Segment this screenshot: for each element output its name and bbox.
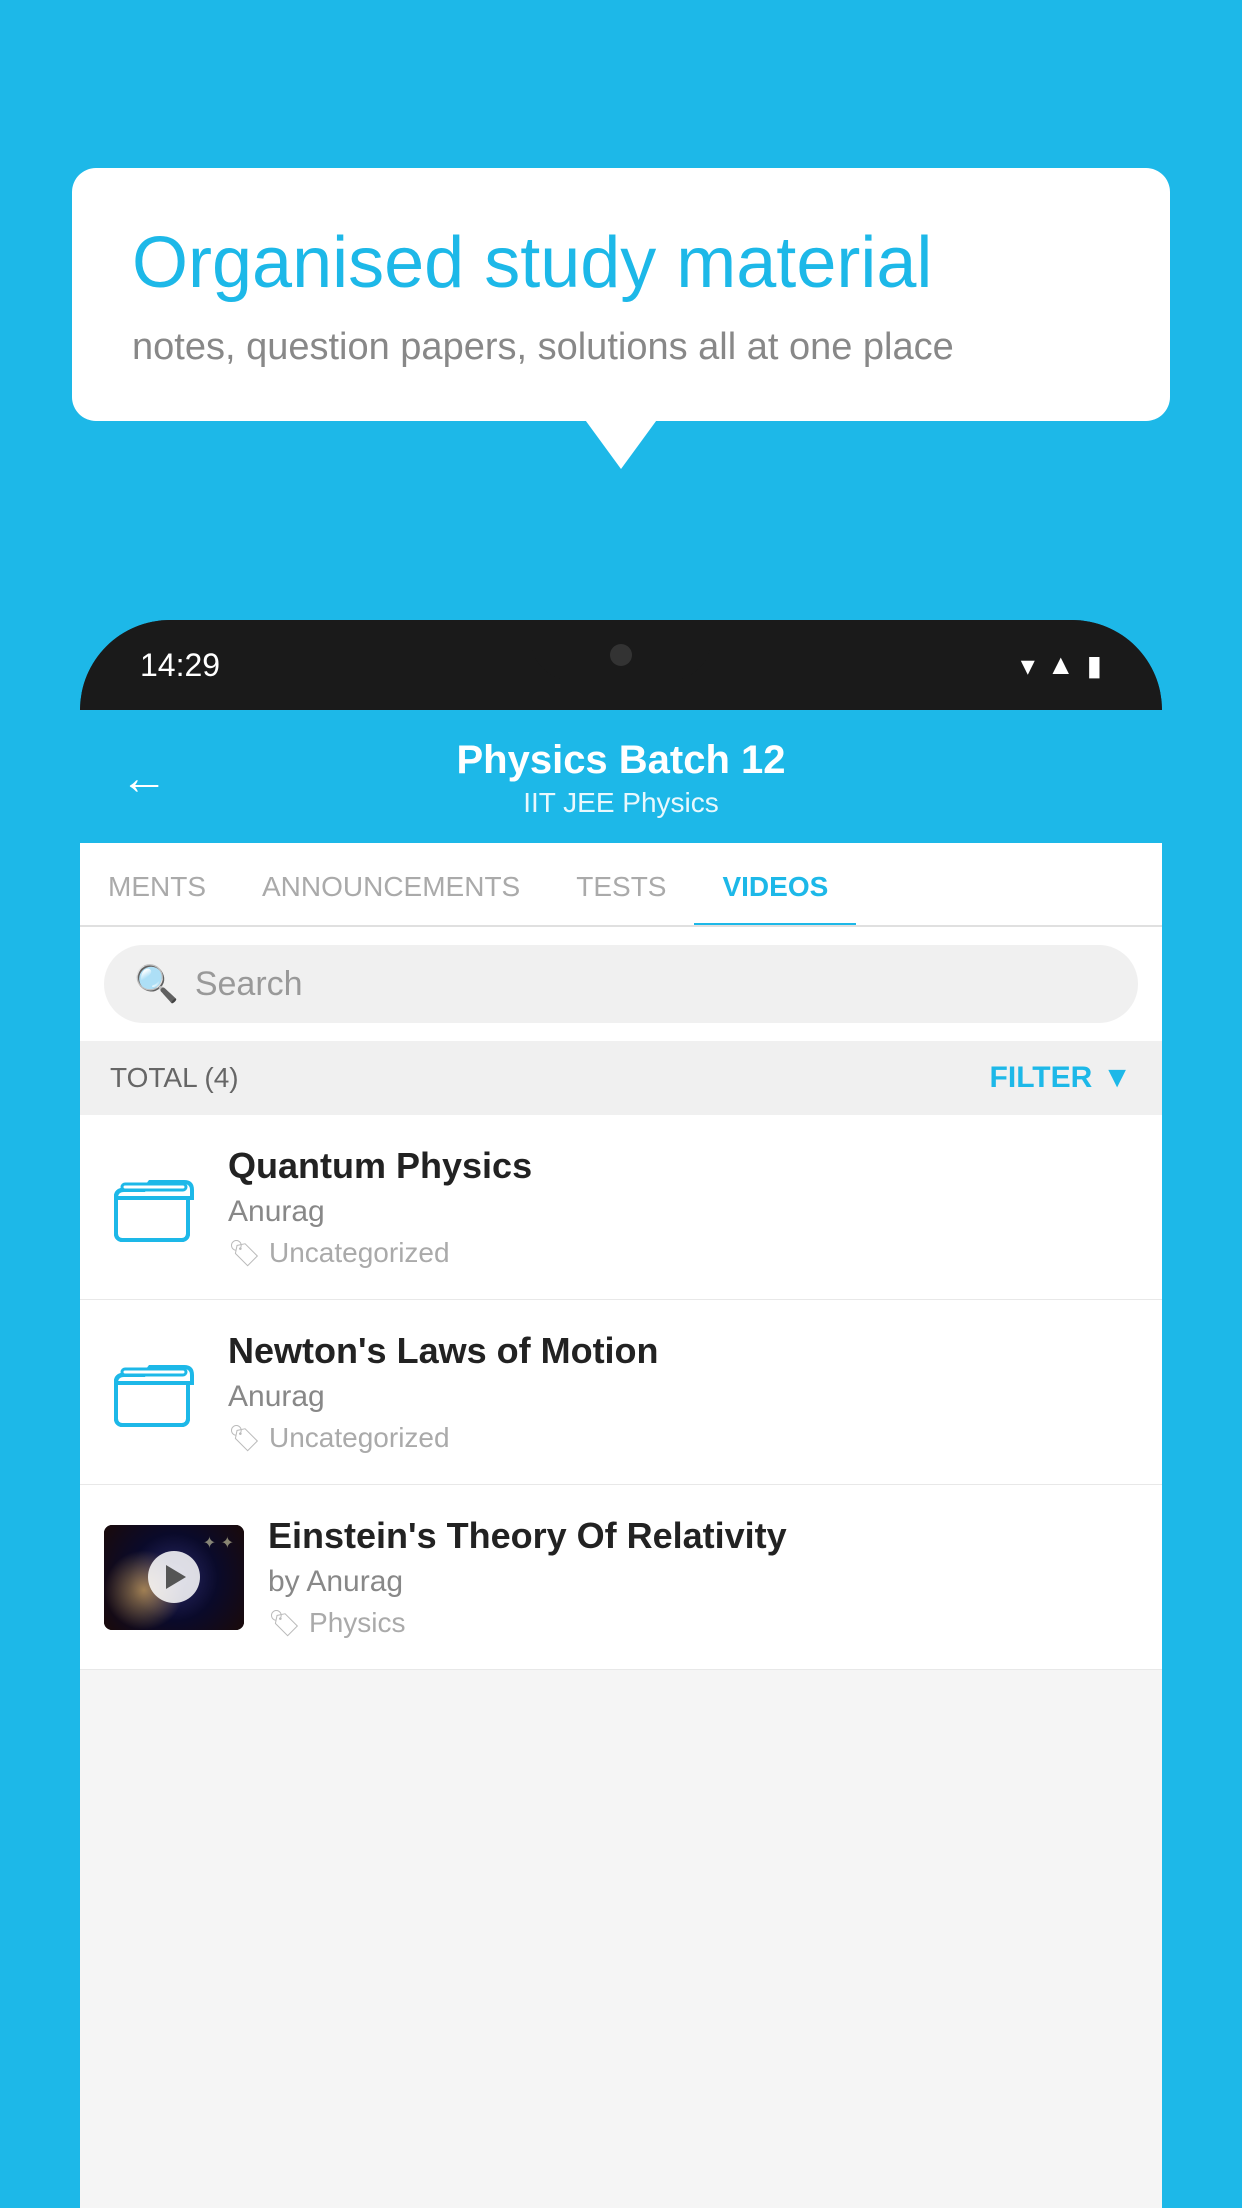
filter-icon: ▼	[1102, 1061, 1132, 1095]
list-item[interactable]: Quantum Physics Anurag 🏷 Uncategorized	[80, 1115, 1162, 1300]
search-bar[interactable]: 🔍 Search	[104, 945, 1138, 1023]
filter-bar: TOTAL (4) FILTER ▼	[80, 1041, 1162, 1115]
video-title: Quantum Physics	[228, 1145, 1138, 1187]
video-author: by Anurag	[268, 1565, 1138, 1599]
filter-button[interactable]: FILTER ▼	[990, 1061, 1132, 1095]
phone-frame: 14:29 ▾ ▲ ▮ ← Physics Batch 12 IIT JEE P…	[80, 620, 1162, 2208]
tag-icon: 🏷	[268, 1608, 301, 1639]
status-bar: 14:29 ▾ ▲ ▮	[80, 620, 1162, 710]
battery-icon: ▮	[1087, 649, 1102, 682]
back-button[interactable]: ←	[120, 751, 168, 806]
app-screen: ← Physics Batch 12 IIT JEE Physics MENTS…	[80, 710, 1162, 2208]
search-icon: 🔍	[134, 963, 179, 1005]
wifi-icon: ▾	[1021, 649, 1035, 682]
header-center: Physics Batch 12 IIT JEE Physics	[198, 738, 1044, 819]
list-item[interactable]: ✦ ✦ Einstein's Theory Of Relativity by A…	[80, 1485, 1162, 1670]
batch-title: Physics Batch 12	[198, 738, 1044, 783]
folder-icon	[104, 1157, 204, 1257]
video-thumbnail: ✦ ✦	[104, 1525, 244, 1630]
video-tag: 🏷 Physics	[268, 1607, 1138, 1639]
video-title: Newton's Laws of Motion	[228, 1330, 1138, 1372]
video-author: Anurag	[228, 1380, 1138, 1414]
tab-tests[interactable]: TESTS	[548, 843, 694, 925]
video-info: Einstein's Theory Of Relativity by Anura…	[268, 1515, 1138, 1639]
list-item[interactable]: Newton's Laws of Motion Anurag 🏷 Uncateg…	[80, 1300, 1162, 1485]
speech-bubble-subtitle: notes, question papers, solutions all at…	[132, 326, 1110, 369]
video-title: Einstein's Theory Of Relativity	[268, 1515, 1138, 1557]
speech-bubble: Organised study material notes, question…	[72, 168, 1170, 421]
video-info: Quantum Physics Anurag 🏷 Uncategorized	[228, 1145, 1138, 1269]
tabs-bar: MENTS ANNOUNCEMENTS TESTS VIDEOS	[80, 843, 1162, 927]
tab-ments[interactable]: MENTS	[80, 843, 234, 925]
total-count: TOTAL (4)	[110, 1062, 239, 1094]
video-info: Newton's Laws of Motion Anurag 🏷 Uncateg…	[228, 1330, 1138, 1454]
play-triangle-icon	[166, 1565, 186, 1589]
search-bar-container: 🔍 Search	[80, 927, 1162, 1041]
play-button[interactable]	[148, 1551, 200, 1603]
status-icons: ▾ ▲ ▮	[1021, 649, 1102, 682]
signal-icon: ▲	[1047, 649, 1075, 681]
video-list: Quantum Physics Anurag 🏷 Uncategorized	[80, 1115, 1162, 1670]
speech-bubble-title: Organised study material	[132, 220, 1110, 306]
tag-icon: 🏷	[228, 1238, 261, 1269]
folder-icon	[104, 1342, 204, 1442]
phone-camera	[610, 644, 632, 666]
tab-announcements[interactable]: ANNOUNCEMENTS	[234, 843, 548, 925]
stars-decoration: ✦ ✦	[203, 1533, 234, 1553]
video-author: Anurag	[228, 1195, 1138, 1229]
phone-notch	[531, 620, 711, 680]
tag-icon: 🏷	[228, 1423, 261, 1454]
batch-subtitle: IIT JEE Physics	[198, 787, 1044, 819]
filter-label: FILTER	[990, 1061, 1093, 1095]
app-header: ← Physics Batch 12 IIT JEE Physics	[80, 710, 1162, 843]
video-tag: 🏷 Uncategorized	[228, 1237, 1138, 1269]
phone-time: 14:29	[140, 647, 220, 684]
tab-videos[interactable]: VIDEOS	[694, 843, 856, 925]
search-input[interactable]: Search	[195, 965, 303, 1004]
video-tag: 🏷 Uncategorized	[228, 1422, 1138, 1454]
